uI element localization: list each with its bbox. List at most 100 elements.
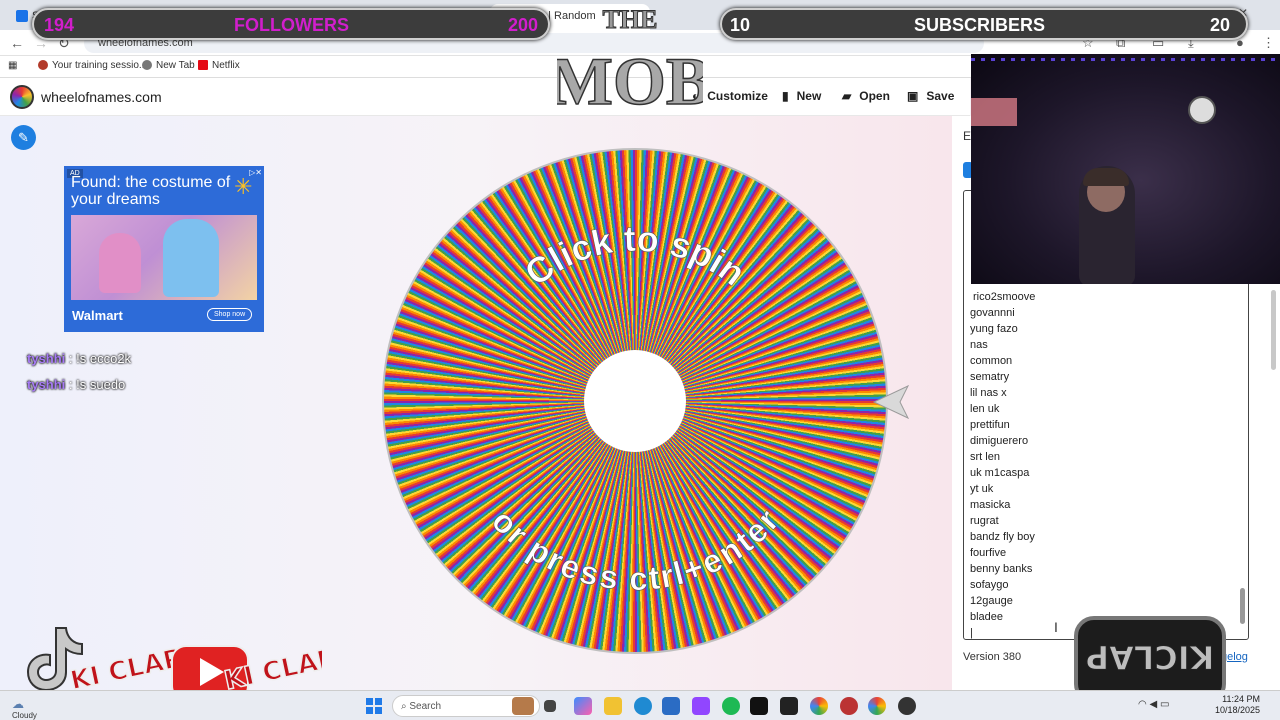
ad-brand: Walmart xyxy=(72,308,123,323)
tab-favicon-icon xyxy=(16,10,28,23)
ad-figure xyxy=(163,219,219,297)
bookmark-label: Netflix xyxy=(212,60,240,71)
list-item: 12gauge xyxy=(970,595,1013,607)
wall-badge-icon xyxy=(1188,96,1216,124)
game-app-icon[interactable] xyxy=(512,697,534,715)
svg-text:MOB: MOB xyxy=(557,43,703,114)
taskbar-search-placeholder: Search xyxy=(409,701,442,712)
entries-scrollbar[interactable] xyxy=(1240,588,1245,624)
save-label: Save xyxy=(926,89,955,103)
list-item: sofaygo xyxy=(970,579,1009,591)
media-player-icon[interactable] xyxy=(898,697,916,715)
ad-shop-now-button[interactable]: Shop now xyxy=(207,308,253,321)
windows-taskbar: ☁ Cloudy ⌕ Search ◠ ◀ ▭ 11:24 PM 10/18/202… xyxy=(0,690,1280,720)
chrome-icon[interactable] xyxy=(810,697,828,715)
spotify-icon[interactable] xyxy=(722,697,740,715)
list-item: bladee xyxy=(970,611,1004,623)
store-icon[interactable] xyxy=(662,697,680,715)
ad-image xyxy=(71,215,257,300)
ad-figure xyxy=(99,233,141,293)
edge-icon[interactable] xyxy=(634,697,652,715)
task-view-icon[interactable] xyxy=(544,700,556,712)
clock-date: 10/18/2025 xyxy=(1214,705,1260,715)
tiktok-handle: KI CLAP xyxy=(68,643,185,694)
netflix-icon xyxy=(198,60,208,71)
weather-widget[interactable]: ☁ Cloudy xyxy=(12,697,37,720)
list-item: sematry xyxy=(970,371,1010,383)
chat-username: tyshhi xyxy=(27,377,66,392)
edit-pencil-icon[interactable]: ✎ xyxy=(11,125,36,150)
obs-icon[interactable] xyxy=(780,697,798,715)
floppy-icon: ▣ xyxy=(907,89,919,103)
copilot-icon[interactable] xyxy=(574,697,592,715)
list-item: rico2smoove xyxy=(973,291,1036,303)
stream-chat: tyshhi : !s ecco2k tyshhi : !s suedo xyxy=(27,351,131,403)
chrome-profile-icon[interactable] xyxy=(868,697,886,715)
bookmark-item[interactable]: New Tab xyxy=(142,60,195,71)
walmart-spark-icon: ✳ xyxy=(234,174,253,199)
site-header: wheelofnames.com ◐ Customize ▮ New ▰ Open ▣… xyxy=(0,78,970,116)
text-caret: | xyxy=(970,627,973,639)
customize-button[interactable]: ◐ Customize xyxy=(692,89,768,103)
list-item: prettifun xyxy=(970,419,1010,431)
svg-text:THE: THE xyxy=(603,5,658,34)
list-item: len uk xyxy=(970,403,1000,415)
wifi-icon: ◠ xyxy=(1138,699,1147,710)
list-item: uk m1caspa xyxy=(970,467,1030,479)
bookmark-label: Your training sessio... xyxy=(52,60,148,71)
back-icon[interactable]: ← xyxy=(10,35,24,51)
chat-text: : !s suedo xyxy=(65,377,126,392)
menu-kebab-icon[interactable]: ⋮ xyxy=(1262,35,1275,51)
followers-current: 194 xyxy=(44,15,75,35)
list-item: govannni xyxy=(970,307,1015,319)
tab-entries[interactable]: E xyxy=(963,129,971,143)
wheel-pointer-icon xyxy=(872,384,910,420)
open-button[interactable]: ▰ Open xyxy=(842,89,890,103)
list-item: yt uk xyxy=(970,483,994,495)
followers-label: FOLLOWERS xyxy=(234,15,349,35)
wall-poster xyxy=(971,98,1017,126)
list-item: lil nas x xyxy=(970,387,1007,399)
bookmark-favicon-icon xyxy=(38,60,48,71)
the-mob-logo: THE MOB xyxy=(557,5,703,115)
text-cursor-icon: I xyxy=(1054,619,1058,635)
site-name[interactable]: wheelofnames.com xyxy=(41,89,162,105)
webcam-feed xyxy=(971,54,1280,284)
press-ctrl-enter-text: or press ctrl+enter xyxy=(485,502,786,597)
version-label: Version 380 xyxy=(963,651,1022,663)
wheel-instructions: Click to spin or press ctrl+enter xyxy=(484,217,786,597)
weather-label: Cloudy xyxy=(12,711,37,720)
bookmark-label: New Tab xyxy=(156,60,195,71)
clock-time: 11:24 PM xyxy=(1222,694,1260,704)
svg-text:KICLAP: KICLAP xyxy=(1086,638,1215,676)
chat-username: tyshhi xyxy=(27,351,66,366)
list-item: nas xyxy=(970,339,988,351)
bookmark-item[interactable]: Netflix xyxy=(198,60,240,71)
wheel-logo-icon[interactable] xyxy=(10,85,34,109)
battery-icon: ▭ xyxy=(1160,699,1170,710)
twitch-icon[interactable] xyxy=(692,697,710,715)
recording-app-icon[interactable] xyxy=(840,697,858,715)
followers-goal: 200 xyxy=(507,15,538,35)
list-item: yung fazo xyxy=(970,323,1018,335)
apps-grid-icon[interactable]: ▦ xyxy=(8,60,17,71)
click-to-spin-text: Click to spin xyxy=(517,218,753,294)
taskbar-clock[interactable]: 11:24 PM 10/18/2025 xyxy=(1200,694,1260,716)
file-icon: ▮ xyxy=(782,89,789,103)
chat-text: : !s ecco2k xyxy=(65,351,132,366)
entries-list: rico2smoove govannni yung fazo nas commo… xyxy=(970,289,1036,639)
start-button[interactable] xyxy=(366,698,382,714)
file-explorer-icon[interactable] xyxy=(604,697,622,715)
save-button[interactable]: ▣ Save xyxy=(907,89,954,103)
tiktok-app-icon[interactable] xyxy=(750,697,768,715)
advertisement[interactable]: AD ▷✕ Found: the costume of your dreams … xyxy=(64,166,264,332)
spin-wheel[interactable]: Click to spin or press ctrl+enter xyxy=(382,148,888,654)
subscribers-goal: 20 xyxy=(1209,15,1230,35)
list-item: masicka xyxy=(970,499,1011,511)
system-tray[interactable]: ◠ ◀ ▭ xyxy=(1138,699,1169,710)
new-button[interactable]: ▮ New xyxy=(782,89,821,103)
page-scrollbar[interactable] xyxy=(1271,290,1276,370)
subscribers-current: 10 xyxy=(730,15,751,35)
subscribers-label: SUBSCRIBERS xyxy=(914,15,1046,35)
bookmark-item[interactable]: Your training sessio... xyxy=(38,60,147,71)
